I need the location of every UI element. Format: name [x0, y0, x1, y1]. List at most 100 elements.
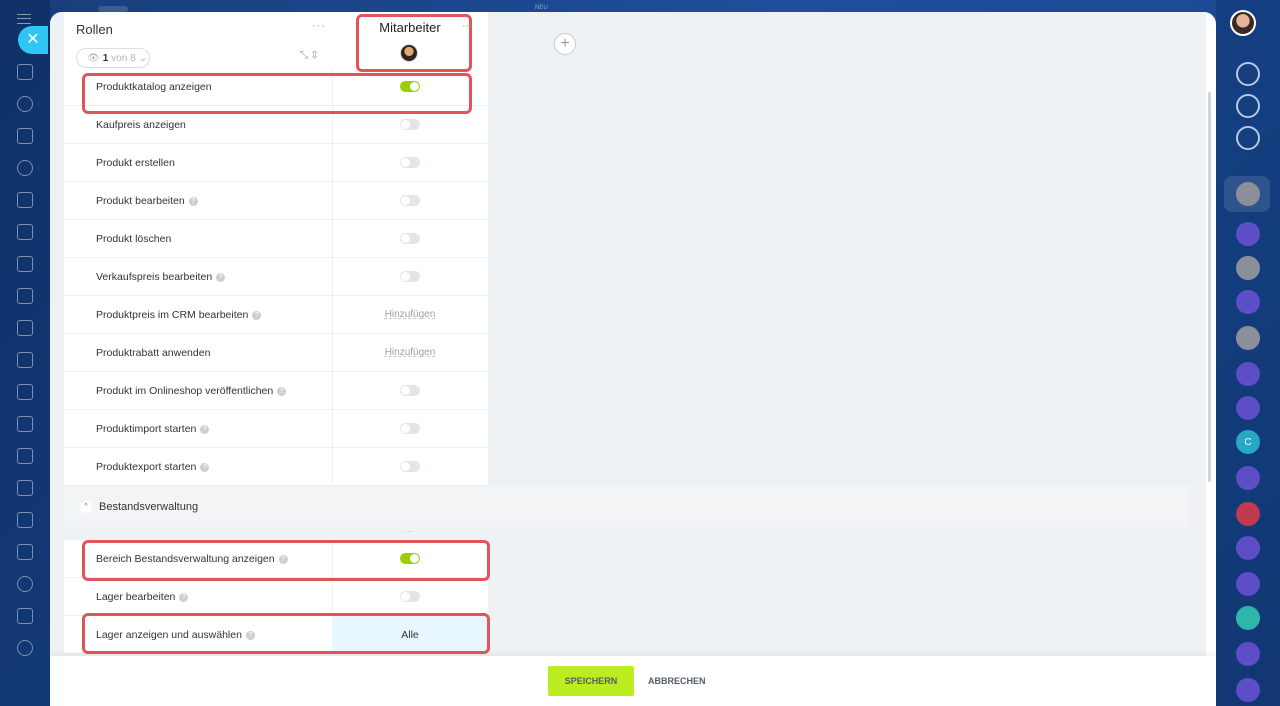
roles-pager[interactable]: 👁 1 von 8 ⌄: [76, 48, 150, 68]
permission-toggle[interactable]: [400, 385, 420, 396]
permission-toggle[interactable]: [400, 591, 420, 602]
cell-divider: [332, 578, 333, 616]
inbox-icon[interactable]: [17, 224, 33, 240]
help-icon[interactable]: ?: [216, 272, 226, 282]
permission-label-text: Produktexport starten: [96, 461, 197, 473]
roles-more-icon[interactable]: ···: [312, 20, 326, 32]
app-icon[interactable]: [1236, 222, 1260, 246]
lock-icon[interactable]: [1236, 642, 1260, 666]
right-sidebar: C: [1216, 0, 1280, 706]
help-icon[interactable]: ?: [200, 462, 210, 472]
highlight-column-header: [356, 14, 472, 72]
permission-label: Produkt bearbeiten?: [96, 182, 198, 220]
highlight-warehouse-row: [82, 613, 490, 654]
permission-label-text: Verkaufspreis bearbeiten: [96, 271, 213, 283]
copilot-chat-icon[interactable]: [1236, 536, 1260, 560]
help-icon[interactable]: ?: [179, 592, 189, 602]
permission-row: Produktrabatt anwenden Hinzufügen: [64, 334, 488, 372]
feed-icon[interactable]: [17, 128, 33, 144]
current-user-avatar[interactable]: [1230, 10, 1256, 36]
roles-title: Rollen: [76, 22, 113, 37]
permission-row: Produktpreis im CRM bearbeiten? Hinzufüge…: [64, 296, 488, 334]
copilot-chat-icon[interactable]: [1236, 572, 1260, 596]
chat-icon[interactable]: [17, 320, 33, 336]
document-icon[interactable]: [17, 192, 33, 208]
menu-icon[interactable]: [17, 14, 31, 24]
tasks-icon[interactable]: [17, 288, 33, 304]
cell-divider: [332, 144, 333, 182]
settings-icon[interactable]: [17, 576, 33, 592]
permission-label-text: Produktpreis im CRM bearbeiten: [96, 309, 249, 321]
section-title: Bestandsverwaltung: [99, 501, 199, 513]
permission-toggle[interactable]: [400, 119, 420, 130]
cancel-button[interactable]: ABBRECHEN: [648, 666, 708, 696]
section-header[interactable]: ^ Bestandsverwaltung: [64, 487, 1190, 527]
sign-icon[interactable]: [17, 416, 33, 432]
pager-total: von 8: [111, 52, 136, 64]
permission-label: Produktrabatt anwenden: [96, 334, 210, 372]
search-chat-icon[interactable]: [1236, 126, 1260, 150]
add-permission-link[interactable]: Hinzufügen: [332, 334, 488, 372]
permission-row: Produkt erstellen: [64, 144, 488, 182]
help-icon[interactable]: ?: [200, 424, 210, 434]
add-permission-link[interactable]: Hinzufügen: [332, 296, 488, 334]
permission-toggle[interactable]: [400, 157, 420, 168]
copilot-chat-icon[interactable]: [1236, 466, 1260, 490]
more-icon[interactable]: [17, 640, 33, 656]
board-icon[interactable]: [17, 256, 33, 272]
copilot-icon[interactable]: [1236, 94, 1260, 118]
footer-bar: SPEICHERN ABBRECHEN: [50, 656, 1216, 706]
lock-icon[interactable]: [1236, 678, 1260, 702]
lock-icon[interactable]: [1236, 606, 1260, 630]
permission-label-text: Produkt im Onlineshop veröffentlichen: [96, 385, 274, 397]
group-avatar[interactable]: [1236, 256, 1260, 280]
close-slider-button[interactable]: ✕: [18, 26, 48, 54]
puzzle-icon[interactable]: [17, 96, 33, 112]
list-icon[interactable]: [17, 608, 33, 624]
permission-label: Produkt erstellen: [96, 144, 175, 182]
collapse-sort-icons[interactable]: ⤡⇕: [300, 50, 322, 61]
permission-toggle[interactable]: [400, 423, 420, 434]
permission-label-text: Produkt bearbeiten: [96, 195, 185, 207]
add-role-button[interactable]: +: [554, 33, 576, 55]
task-chat-icon[interactable]: [1236, 502, 1260, 526]
user-avatar[interactable]: [1236, 182, 1260, 206]
permission-row: Produktexport starten?: [64, 448, 488, 486]
cell-divider: [332, 258, 333, 296]
eye-icon: 👁: [87, 52, 100, 64]
copilot-chat-icon[interactable]: [1236, 362, 1260, 386]
permission-row: Produkt bearbeiten?: [64, 182, 488, 220]
permission-toggle[interactable]: [400, 461, 420, 472]
bell-icon[interactable]: [1236, 62, 1260, 86]
cell-divider: [332, 448, 333, 486]
contact-avatar[interactable]: C: [1236, 430, 1260, 454]
app-icon[interactable]: [1236, 290, 1260, 314]
scrollbar[interactable]: [1208, 92, 1211, 482]
copilot-chat-icon[interactable]: [1236, 396, 1260, 420]
help-icon[interactable]: ?: [277, 386, 287, 396]
permission-row: Verkaufspreis bearbeiten?: [64, 258, 488, 296]
highlight-inventory-area-row: [82, 540, 490, 581]
section-more-icon[interactable]: ···: [404, 526, 413, 536]
help-icon[interactable]: ?: [188, 196, 198, 206]
chevron-up-icon[interactable]: ^: [80, 501, 92, 513]
analytics-icon[interactable]: [17, 352, 33, 368]
contacts-icon[interactable]: [17, 160, 33, 176]
card-icon[interactable]: [17, 512, 33, 528]
left-sidebar: [0, 0, 50, 706]
help-icon[interactable]: ?: [252, 310, 262, 320]
permission-row: Produktimport starten?: [64, 410, 488, 448]
storage-icon[interactable]: [17, 448, 33, 464]
permission-label: Produktpreis im CRM bearbeiten?: [96, 296, 262, 334]
save-button[interactable]: SPEICHERN: [548, 666, 634, 696]
filter-icon[interactable]: [17, 480, 33, 496]
group-icon[interactable]: [17, 544, 33, 560]
permission-row: Produkt löschen: [64, 220, 488, 258]
home-icon[interactable]: [17, 64, 33, 80]
cart-icon[interactable]: [17, 384, 33, 400]
permission-label-text: Produkt erstellen: [96, 157, 175, 169]
permission-toggle[interactable]: [400, 271, 420, 282]
permission-toggle[interactable]: [400, 195, 420, 206]
permission-toggle[interactable]: [400, 233, 420, 244]
user-avatar[interactable]: [1236, 326, 1260, 350]
